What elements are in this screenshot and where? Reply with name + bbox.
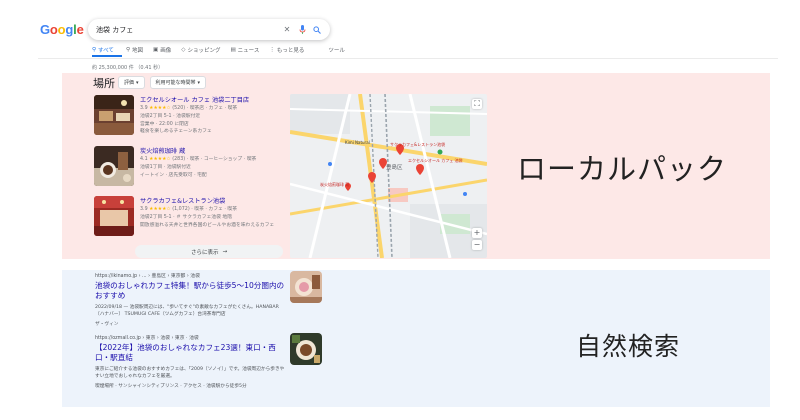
place-item[interactable]: エクセルシオール カフェ 池袋二丁目店 3.9 ★★★★☆ (520) · 喫茶… <box>94 95 284 140</box>
tab-maps[interactable]: ⚲ 地図 <box>126 46 143 54</box>
place-rating: 3.9 <box>140 207 148 212</box>
places-heading: 場所 <box>93 77 115 90</box>
map-pin-icon: ⚲ <box>125 47 130 53</box>
logo-letter: o <box>57 22 66 37</box>
place-description: 軽食を楽しめるチェーン系カフェ <box>140 129 212 134</box>
more-icon: ⋮ <box>269 47 275 53</box>
chevron-down-icon: ▾ <box>136 79 139 86</box>
search-input[interactable]: 池袋 カフェ <box>96 25 277 35</box>
place-item[interactable]: 炭火焙煎珈琲 蔵 4.1 ★★★★☆ (283) · 喫茶 · コーヒーショップ… <box>94 146 284 191</box>
place-category: (1,072) · 喫茶 · カフェ · 喫茶 <box>172 207 237 212</box>
place-address: 池袋2丁目 5-1 · 池袋駅付近 <box>140 114 201 119</box>
tab-label: 画像 <box>160 48 172 54</box>
place-photo <box>94 196 134 236</box>
search-icon[interactable] <box>312 25 322 35</box>
place-name[interactable]: 炭火焙煎珈琲 蔵 <box>140 146 185 155</box>
search-box[interactable]: 池袋 カフェ ✕ <box>88 19 330 40</box>
tab-more[interactable]: ⋮ もっと見る <box>269 46 304 54</box>
logo-letter: G <box>40 22 50 37</box>
search-tabs: ⚲ すべて ⚲ 地図 ▣ 画像 ◇ ショッピング ▤ ニュース ⋮ もっと見る ツール <box>92 46 345 54</box>
zoom-out-button[interactable]: − <box>472 240 482 250</box>
more-places-button[interactable]: さらに表示 → <box>135 245 283 258</box>
place-meta: 3.9 ★★★★☆ (1,072) · 喫茶 · カフェ · 喫茶 <box>140 205 237 212</box>
map-district-label: 豊島区 <box>386 163 403 171</box>
tools-button[interactable]: ツール <box>328 46 345 54</box>
map-pin-label: サクラカフェ&レストラン池袋 <box>390 141 445 147</box>
result-title[interactable]: 池袋のおしゃれカフェ特集！駅から徒歩5〜10分圏内のおすすめ <box>95 281 287 301</box>
fullscreen-icon[interactable]: ⛶ <box>472 99 482 109</box>
result-title[interactable]: 【2022年】池袋のおしゃれなカフェ23選！東口・西口・駅直結 <box>95 343 287 363</box>
place-name[interactable]: エクセルシオール カフェ 池袋二丁目店 <box>140 95 249 104</box>
result-stats: 約 25,300,000 件 （0.41 秒） <box>92 65 164 71</box>
logo-letter: g <box>65 22 74 37</box>
place-description: 開放感溢れる天井と世界各国のビールやお酒を味わえるカフェ <box>140 223 275 228</box>
tab-all[interactable]: ⚲ すべて <box>92 46 116 54</box>
news-icon: ▤ <box>230 47 236 53</box>
close-icon[interactable]: ✕ <box>282 25 292 35</box>
tab-news[interactable]: ▤ ニュース <box>230 46 259 54</box>
tab-label: もっと見る <box>276 48 305 54</box>
map-pin-label: 炭火焙煎珈琲 蔵 <box>320 181 349 187</box>
place-meta: 4.1 ★★★★☆ (283) · 喫茶 · コーヒーショップ · 喫茶 <box>140 155 256 162</box>
image-icon: ▣ <box>152 47 159 53</box>
result-extra: ザ・ヴィン <box>95 322 119 327</box>
active-tab-indicator <box>92 55 122 57</box>
filter-hours[interactable]: 利用可能な時間帯 ▾ <box>149 76 207 89</box>
filter-label: 利用可能な時間帯 <box>155 80 196 86</box>
place-photo <box>94 95 134 135</box>
star-rating: ★★★★☆ <box>149 207 171 212</box>
local-map[interactable]: 豊島区 サクラカフェ&レストラン池袋 エクセルシオール カフェ 池袋 炭火焙煎珈… <box>290 94 487 258</box>
tools-label: ツール <box>328 48 345 54</box>
tag-icon: ◇ <box>181 47 186 53</box>
header-divider <box>38 58 778 59</box>
google-logo[interactable]: Google <box>40 22 84 37</box>
search-icon: ⚲ <box>92 47 97 53</box>
result-sitelinks[interactable]: 喫煙場所 · サンシャインシティプリンス · アクセス · 池袋駅から徒歩5分 <box>95 383 287 389</box>
result-snippet: 東京にご紹介する池袋のおすすめカフェは、「2009（ソノイ）」です。池袋周辺から… <box>95 367 285 379</box>
place-item[interactable]: サクラカフェ&レストラン池袋 3.9 ★★★★☆ (1,072) · 喫茶 · … <box>94 196 284 241</box>
zoom-in-button[interactable]: + <box>472 228 482 238</box>
star-rating: ★★★★☆ <box>149 106 171 111</box>
local-pack-label: ローカルパック <box>517 152 728 186</box>
place-address: 池袋1丁目 · 池袋駅付近 <box>140 165 191 170</box>
place-category: (283) · 喫茶 · コーヒーショップ · 喫茶 <box>172 157 257 162</box>
filter-label: 評価 <box>124 80 135 86</box>
place-filters: 評価 ▾ 利用可能な時間帯 ▾ <box>118 76 207 89</box>
more-places-label: さらに表示 <box>190 249 219 256</box>
place-meta: 3.9 ★★★★☆ (520) · 喫茶店 · カフェ · 喫茶 <box>140 104 237 111</box>
tab-label: ニュース <box>237 48 260 54</box>
organic-result: https://ikinamo.jp › ... › 豊島区 › 東京都 › 池… <box>95 272 287 327</box>
arrow-right-icon: → <box>222 248 228 255</box>
result-url[interactable]: https://ozmall.co.jp › 東京 › 池袋 › 東京 · 池袋 <box>95 334 287 341</box>
place-photo <box>94 146 134 186</box>
place-hours: 営業中 · 22:00 に閉店 <box>140 122 189 127</box>
place-services: イートイン · 店先受取可 · 宅配 <box>140 173 207 178</box>
tab-shopping[interactable]: ◇ ショッピング <box>181 46 220 54</box>
tab-images[interactable]: ▣ 画像 <box>153 46 171 54</box>
mic-icon[interactable] <box>297 25 307 35</box>
organic-label: 自然検索 <box>576 332 681 361</box>
organic-result: https://ozmall.co.jp › 東京 › 池袋 › 東京 · 池袋… <box>95 334 287 389</box>
logo-letter: e <box>76 22 84 37</box>
tab-label: 地図 <box>131 48 143 54</box>
filter-rating[interactable]: 評価 ▾ <box>118 76 145 89</box>
result-thumbnail[interactable] <box>290 271 322 303</box>
place-rating: 3.9 <box>140 106 148 111</box>
result-thumbnail[interactable] <box>290 333 322 365</box>
result-snippet: 2022/09/18 — 池袋駅周辺には、"歩いてすぐ"の素敵なカフェがたくさん… <box>95 305 279 317</box>
chevron-down-icon: ▾ <box>197 79 201 86</box>
map-pin-label: Kimi Natural <box>345 140 370 145</box>
star-rating: ★★★★☆ <box>149 157 171 162</box>
map-pin-label: エクセルシオール カフェ 池袋 <box>408 157 463 163</box>
place-rating: 4.1 <box>140 157 148 162</box>
tab-label: ショッピング <box>187 48 221 54</box>
result-url[interactable]: https://ikinamo.jp › ... › 豊島区 › 東京都 › 池… <box>95 272 287 279</box>
place-address: 池袋2丁目 5-1 · ＃ サクラカフェ池袋 地階 <box>140 215 232 220</box>
place-category: (520) · 喫茶店 · カフェ · 喫茶 <box>172 106 238 111</box>
place-name[interactable]: サクラカフェ&レストラン池袋 <box>140 196 225 205</box>
tab-label: すべて <box>98 48 114 54</box>
logo-letter: o <box>49 22 58 37</box>
